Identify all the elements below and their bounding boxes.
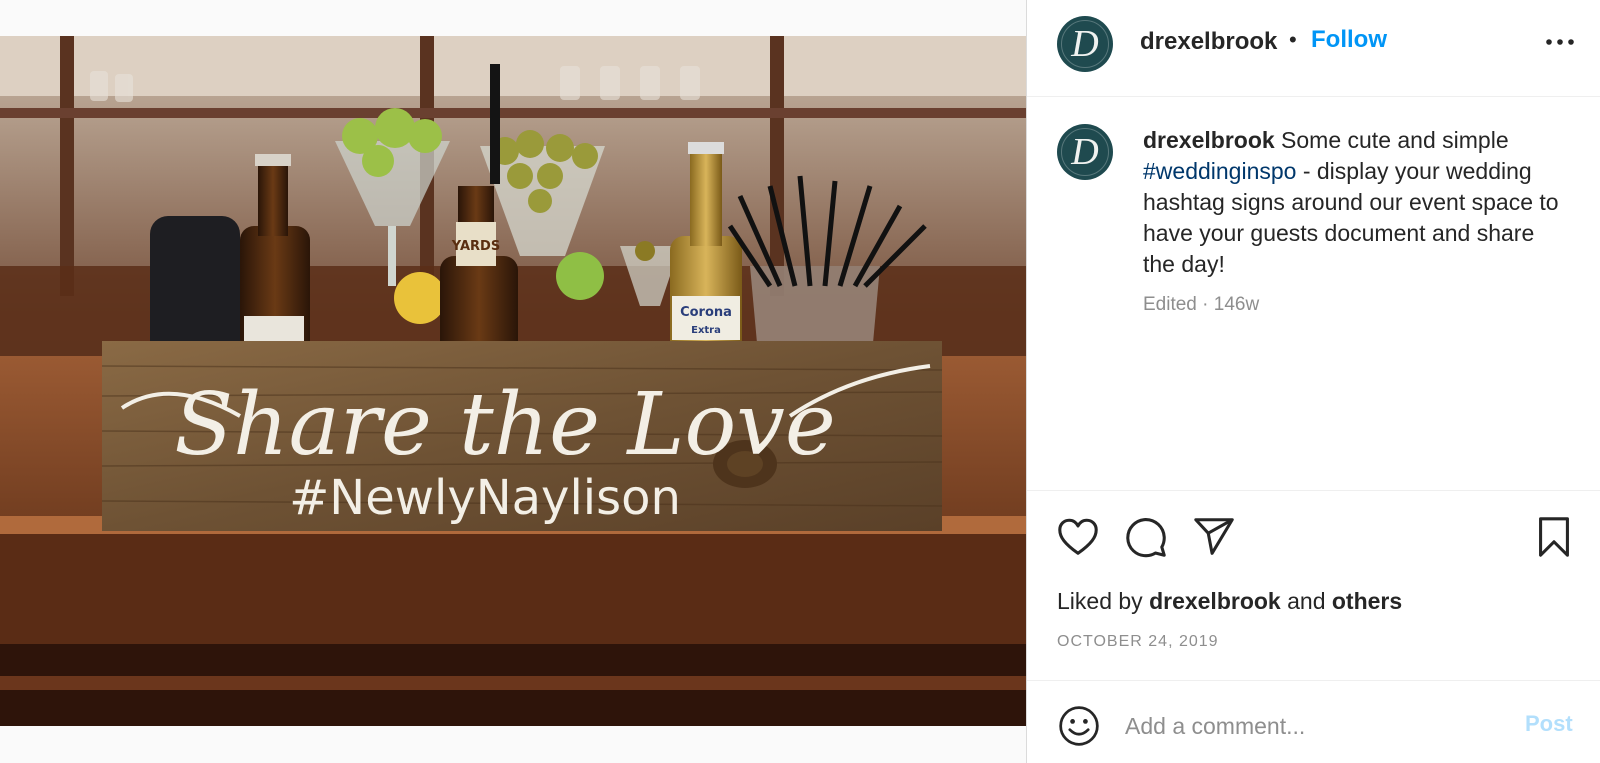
avatar-letter: D <box>1071 23 1099 65</box>
comment-input[interactable] <box>1125 708 1495 744</box>
post-sidebar: D drexelbrook • Follow D drexelbrook Som… <box>1026 0 1600 763</box>
follow-button[interactable]: Follow <box>1311 26 1387 54</box>
post-date[interactable]: OCTOBER 24, 2019 <box>1057 633 1219 651</box>
caption-username[interactable]: drexelbrook <box>1143 127 1275 153</box>
post-media-pane: YARDS Corona Extra Share the Love #Newly… <box>0 0 1026 763</box>
post-meta: Edited · 146w <box>1143 294 1260 315</box>
header-separator: • <box>1289 27 1297 52</box>
save-bookmark-icon[interactable] <box>1531 514 1577 560</box>
caption-text-before: Some cute and simple <box>1274 127 1509 153</box>
like-heart-icon[interactable] <box>1055 514 1101 560</box>
caption-hashtag-link[interactable]: #weddinginspo <box>1143 158 1296 184</box>
corona-label: Corona <box>680 305 732 320</box>
post-photo[interactable]: YARDS Corona Extra Share the Love #Newly… <box>0 36 1026 726</box>
divider <box>1027 490 1600 491</box>
emoji-smiley-icon[interactable] <box>1057 704 1101 748</box>
divider <box>1027 680 1600 681</box>
caption-avatar[interactable]: D <box>1057 124 1113 180</box>
more-horizontal-icon[interactable] <box>1543 24 1577 60</box>
likes-others-link[interactable]: others <box>1332 588 1402 614</box>
header-username[interactable]: drexelbrook <box>1140 28 1277 56</box>
avatar[interactable]: D <box>1057 16 1113 72</box>
post-comment-button[interactable]: Post <box>1525 711 1573 737</box>
likes-summary: Liked by drexelbrook and others <box>1057 588 1402 615</box>
comment-bubble-icon[interactable] <box>1123 514 1169 560</box>
sign-hashtag-text: #NewlyNaylison <box>289 470 681 526</box>
likes-user-link[interactable]: drexelbrook <box>1149 588 1281 614</box>
sign-script-text: Share the Love <box>174 375 835 475</box>
likes-middle: and <box>1280 588 1332 614</box>
post-header: D drexelbrook • Follow <box>1027 0 1600 97</box>
wooden-sign: Share the Love #NewlyNaylison <box>101 341 943 531</box>
extra-label: Extra <box>691 325 721 336</box>
yards-label: YARDS <box>451 239 500 254</box>
caption-avatar-letter: D <box>1071 131 1099 173</box>
post-photo-image: YARDS Corona Extra Share the Love #Newly… <box>0 36 1026 726</box>
likes-prefix: Liked by <box>1057 588 1150 614</box>
share-paper-plane-icon[interactable] <box>1191 514 1237 560</box>
post-caption: drexelbrook Some cute and simple #weddin… <box>1143 125 1563 280</box>
